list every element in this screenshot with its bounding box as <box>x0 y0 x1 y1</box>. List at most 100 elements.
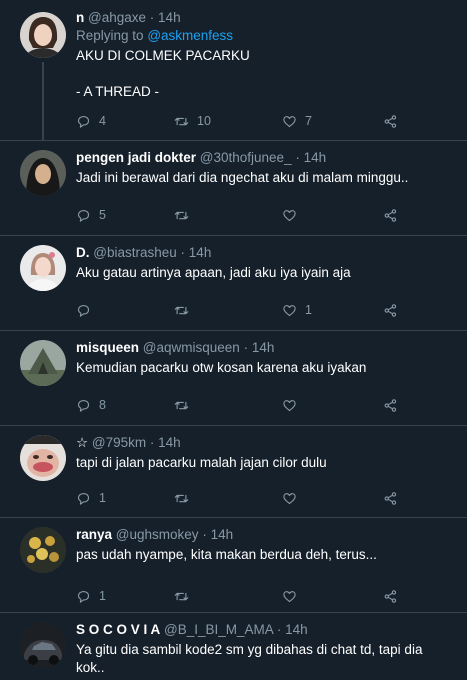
like-button[interactable] <box>282 586 305 606</box>
tweet-text: Kemudian pacarku otw kosan karena aku iy… <box>76 359 459 377</box>
reply-count: 1 <box>99 491 106 505</box>
timestamp[interactable]: 14h <box>189 245 212 260</box>
reply-button[interactable]: 8 <box>76 395 106 415</box>
display-name[interactable]: pengen jadi dokter <box>76 150 196 165</box>
reply-count: 4 <box>99 114 106 128</box>
display-name[interactable]: D. <box>76 245 90 260</box>
retweet-icon <box>174 211 189 219</box>
share-icon <box>384 208 397 222</box>
avatar[interactable] <box>20 527 66 573</box>
retweet-button[interactable] <box>174 205 197 225</box>
retweet-count: 10 <box>197 114 211 128</box>
share-button[interactable] <box>383 205 398 225</box>
tweet-actions: 8 <box>76 395 416 415</box>
like-button[interactable] <box>282 205 305 225</box>
retweet-icon <box>174 306 189 314</box>
reply-count: 1 <box>99 589 106 603</box>
avatar[interactable] <box>20 435 66 481</box>
display-name[interactable]: n <box>76 10 84 25</box>
user-handle[interactable]: @30thofjunee_ <box>200 150 292 165</box>
retweet-button[interactable] <box>174 488 197 508</box>
reply-count: 5 <box>99 208 106 222</box>
reply-button[interactable]: 1 <box>76 586 106 606</box>
share-button[interactable] <box>383 488 398 508</box>
separator-dot: · <box>295 150 300 165</box>
tweet[interactable]: S O C O V I A @B_I_BI_M_AMA · 14h Ya git… <box>0 613 467 680</box>
tweet-header: pengen jadi dokter @30thofjunee_ · 14h <box>76 149 459 167</box>
like-button[interactable] <box>282 488 305 508</box>
retweet-icon <box>174 401 189 409</box>
separator-dot: · <box>276 622 282 637</box>
thread: n @ahgaxe · 14h Replying to @askmenfess … <box>0 0 467 680</box>
share-button[interactable] <box>383 300 398 320</box>
reply-button[interactable] <box>76 300 99 320</box>
tweet-actions: 1 <box>76 488 416 508</box>
share-icon <box>384 398 397 412</box>
tweet-actions: 4 10 7 <box>76 111 416 131</box>
like-button[interactable]: 7 <box>282 111 312 131</box>
share-button[interactable] <box>383 586 398 606</box>
reply-icon <box>77 115 90 128</box>
heart-icon <box>283 590 296 602</box>
display-name[interactable]: ranya <box>76 527 112 542</box>
separator-dot: · <box>180 245 186 260</box>
display-name[interactable]: ☆ <box>76 435 88 450</box>
user-handle[interactable]: @ahgaxe <box>88 10 146 25</box>
share-button[interactable] <box>383 395 398 415</box>
display-name[interactable]: misqueen <box>76 340 139 355</box>
avatar[interactable] <box>20 622 66 668</box>
avatar[interactable] <box>20 245 66 291</box>
retweet-button[interactable] <box>174 395 197 415</box>
reply-icon <box>77 590 90 603</box>
avatar[interactable] <box>20 12 66 58</box>
share-icon <box>384 303 397 317</box>
reply-button[interactable]: 1 <box>76 488 106 508</box>
tweet-actions: 1 <box>76 586 416 606</box>
tweet[interactable]: misqueen @aqwmisqueen · 14h Kemudian pac… <box>0 331 467 425</box>
tweet-text: Jadi ini berawal dari dia ngechat aku di… <box>76 169 459 187</box>
tweet[interactable]: n @ahgaxe · 14h Replying to @askmenfess … <box>0 0 467 140</box>
timestamp[interactable]: 14h <box>285 622 308 637</box>
timestamp[interactable]: 14h <box>211 527 234 542</box>
timestamp[interactable]: 14h <box>304 150 327 165</box>
timestamp[interactable]: 14h <box>158 435 181 450</box>
user-handle[interactable]: @aqwmisqueen <box>143 340 240 355</box>
retweet-button[interactable] <box>174 300 197 320</box>
retweet-button[interactable] <box>174 586 197 606</box>
tweet-text-line: Aku gatau artinya apaan, jadi aku iya iy… <box>76 265 351 280</box>
tweet[interactable]: D. @biastrasheu · 14h Aku gatau artinya … <box>0 236 467 330</box>
tweet-text-line: - A THREAD - <box>76 84 160 99</box>
tweet-text: pas udah nyampe, kita makan berdua deh, … <box>76 546 459 564</box>
avatar[interactable] <box>20 150 66 196</box>
tweet[interactable]: ☆ @795km · 14h tapi di jalan pacarku mal… <box>0 426 467 517</box>
reply-button[interactable]: 5 <box>76 205 106 225</box>
replying-to-mention[interactable]: @askmenfess <box>147 28 233 43</box>
tweet[interactable]: pengen jadi dokter @30thofjunee_ · 14h J… <box>0 141 467 235</box>
timestamp[interactable]: 14h <box>158 10 181 25</box>
timestamp[interactable]: 14h <box>252 340 275 355</box>
tweet-text-line: AKU DI COLMEK PACARKU <box>76 48 250 63</box>
like-button[interactable]: 1 <box>282 300 312 320</box>
share-button[interactable] <box>383 111 398 131</box>
avatar[interactable] <box>20 340 66 386</box>
heart-icon <box>283 399 296 411</box>
user-handle[interactable]: @ughsmokey <box>116 527 199 542</box>
tweet-text-line: Kemudian pacarku otw kosan karena aku iy… <box>76 360 367 375</box>
retweet-icon <box>174 592 189 600</box>
share-icon <box>384 491 397 505</box>
tweet-text-line: Ya gitu dia sambil kode2 sm yg dibahas d… <box>76 642 423 657</box>
reply-button[interactable]: 4 <box>76 111 106 131</box>
user-handle[interactable]: @B_I_BI_M_AMA <box>164 622 273 637</box>
display-name[interactable]: S O C O V I A <box>76 622 160 637</box>
user-handle[interactable]: @biastrasheu <box>93 245 177 260</box>
tweet-text: Ya gitu dia sambil kode2 sm yg dibahas d… <box>76 641 459 677</box>
retweet-button[interactable]: 10 <box>174 111 211 131</box>
reply-icon <box>77 492 90 505</box>
user-handle[interactable]: @795km <box>92 435 146 450</box>
like-count: 1 <box>305 303 312 317</box>
tweet[interactable]: ranya @ughsmokey · 14h pas udah nyampe, … <box>0 518 467 612</box>
retweet-icon <box>174 494 189 502</box>
reply-icon <box>77 209 90 222</box>
like-button[interactable] <box>282 395 305 415</box>
share-icon <box>384 589 397 603</box>
